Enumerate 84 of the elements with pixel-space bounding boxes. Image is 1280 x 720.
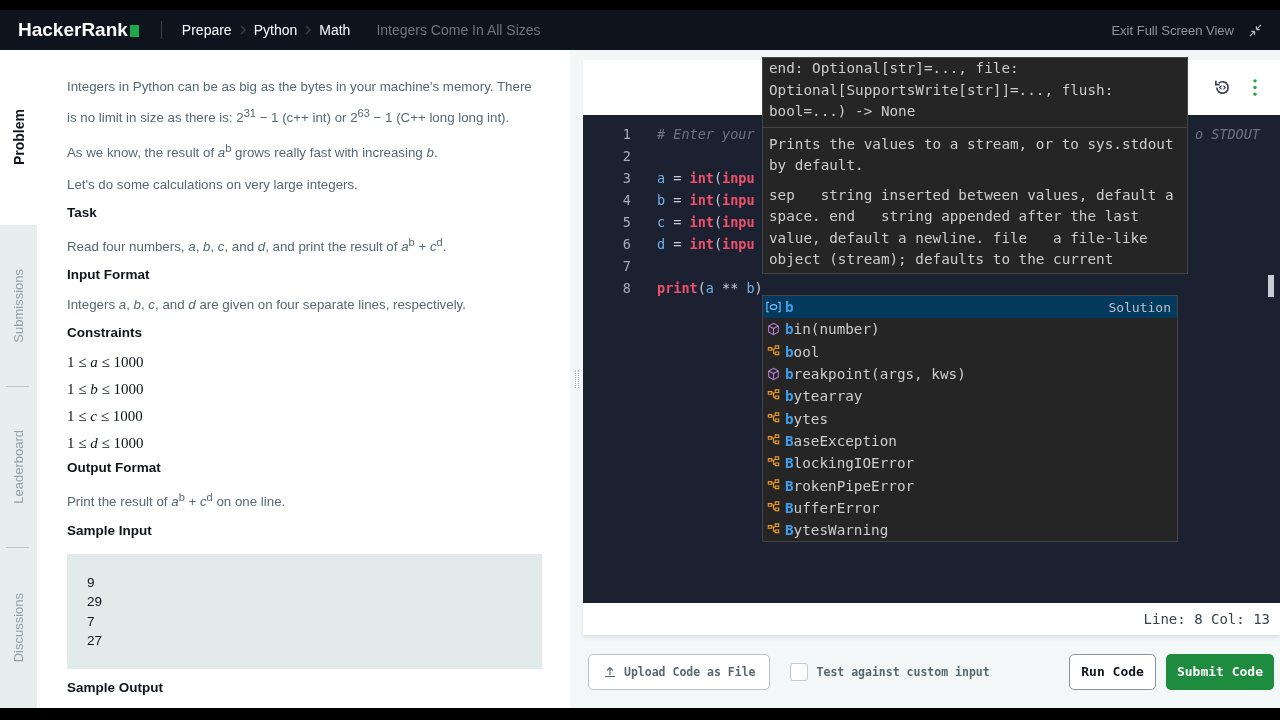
- doc-parameters: sep string inserted between values, default a space. end string appended after the last value, default a newline. file a file-like object (stream); defaults to the current: [768, 185, 1175, 269]
- problem-text: Print the result of a$^{b}$ + c$^{d}$ on one line.: [67, 490, 287, 512]
- line-number: 7: [621, 258, 631, 274]
- breadcrumb-link[interactable]: Python: [253, 22, 298, 38]
- code-line: d = int(inpu: [657, 236, 755, 252]
- submit-code-button[interactable]: Submit Code: [1165, 653, 1274, 690]
- constraint-formula: 1 ≤ a ≤ 1000: [67, 353, 145, 373]
- sample-input-line: 9: [87, 573, 95, 592]
- collapse-icon[interactable]: [1249, 23, 1262, 37]
- suggestion-label: b reakpoint(args, kws): [785, 366, 966, 383]
- breadcrumb-link[interactable]: Math: [319, 22, 351, 38]
- sample-input-line: 29: [87, 593, 103, 612]
- suggestion-item[interactable]: BufferError: [763, 496, 1177, 519]
- cube-icon: [766, 367, 781, 382]
- exit-fullscreen-link[interactable]: Exit Full Screen View: [1111, 22, 1234, 38]
- suggestion-label: bool: [785, 343, 820, 360]
- breadcrumb-link[interactable]: Prepare: [181, 22, 232, 38]
- suggestion-label: BytesWarning: [785, 522, 889, 539]
- more-options-icon[interactable]: [1252, 78, 1258, 97]
- suggestion-item[interactable]: BaseException: [763, 429, 1177, 453]
- sample-input-line: 7: [87, 612, 95, 631]
- cube-icon: [766, 322, 781, 337]
- suggestion-item[interactable]: BytesWarning: [763, 518, 1177, 542]
- section-heading: Input Format: [67, 266, 151, 285]
- code-comment: o STDOUT: [1194, 126, 1260, 142]
- cursor-position: Line: 8 Col: 13: [1143, 611, 1270, 627]
- chevron-icon: [238, 24, 247, 36]
- side-tab[interactable]: Problem: [0, 50, 37, 225]
- code-line: b = int(inpu: [657, 192, 755, 208]
- code-line: c = int(inpu: [657, 214, 755, 230]
- line-number: 5: [621, 214, 631, 230]
- hackerrank-logo[interactable]: HackerRank: [18, 19, 139, 41]
- suggestion-item[interactable]: bin(number): [763, 318, 1177, 341]
- suggestion-item[interactable]: BlockingIOError: [763, 452, 1177, 475]
- scrollbar-thumb[interactable]: [1268, 275, 1274, 297]
- suggestion-item[interactable]: b Solution: [763, 296, 1177, 319]
- line-number: 1: [621, 126, 631, 142]
- custom-input-label[interactable]: Test against custom input: [816, 664, 990, 679]
- suggestion-label: BufferError: [785, 499, 880, 516]
- problem-text: Read four numbers, a, b, c, and d, and print the result of a$^{b}$ + c$^{d}$.: [67, 234, 448, 257]
- upload-icon: [604, 665, 616, 678]
- doc-description: Prints the values to a stream, or to sys.stdout by default.: [768, 134, 1175, 175]
- suggestion-label: bin(number): [785, 321, 880, 338]
- section-heading: Task: [67, 203, 98, 222]
- suggestion-detail: Solution: [1108, 299, 1171, 315]
- line-number: 8: [621, 280, 631, 296]
- problem-text: Integers a, b, c, and d are given on four separate lines, respectively.: [67, 296, 467, 315]
- breadcrumb-link[interactable]: Integers Come In All Sizes: [376, 22, 541, 38]
- history-icon[interactable]: [1213, 78, 1232, 97]
- line-number: 6: [621, 236, 631, 252]
- constraint-formula: 1 ≤ b ≤ 1000: [67, 380, 145, 400]
- section-heading: Sample Input: [67, 521, 153, 540]
- constraint-formula: 1 ≤ c ≤ 1000: [67, 407, 144, 427]
- suggestion-label: b: [785, 299, 794, 316]
- suggestion-label: bytes: [785, 410, 829, 427]
- suggestion-item[interactable]: bytes: [763, 407, 1177, 430]
- problem-text: As we know, the result of a$^{b}$ grows really fast with increasing b.: [67, 141, 439, 163]
- suggestion-label: BaseException: [785, 432, 897, 449]
- chevron-icon: [304, 24, 313, 36]
- suggestion-item[interactable]: bool: [763, 340, 1177, 363]
- custom-input-checkbox[interactable]: [789, 662, 808, 681]
- suggestion-label: bytearray: [785, 388, 863, 405]
- problem-text: Let's do some calculations on very large integers.: [67, 175, 359, 194]
- code-line: print(a ** b): [657, 280, 763, 296]
- section-heading: Constraints: [67, 324, 143, 343]
- line-number: 3: [621, 170, 631, 186]
- suggestion-label: BlockingIOError: [785, 455, 915, 472]
- run-code-button[interactable]: Run Code: [1069, 653, 1156, 690]
- signature-text: end: Optional[str]=..., file: Optional[SupportsWrite[str]]=..., flush: bool=...) -> None: [763, 58, 1187, 128]
- sample-input-line: 27: [87, 632, 103, 651]
- line-number: 4: [621, 192, 631, 208]
- suggestion-label: B rokenPipeError: [785, 477, 915, 494]
- code-line: a = int(inpu: [657, 170, 755, 186]
- line-number: 2: [621, 148, 631, 164]
- variable-icon: [766, 300, 781, 315]
- section-heading: Sample Output: [67, 678, 164, 697]
- suggestion-item[interactable]: bytearray: [763, 385, 1177, 408]
- problem-text: Integers in Python can be as big as the bytes in your machine's memory. There is no limit in size as there is: 2$^{31}$ − 1 (c++ int) or 2$^{63}$ − 1 (C++ long long int).: [67, 78, 533, 128]
- suggestion-item[interactable]: b reakpoint(args, kws): [763, 362, 1177, 386]
- constraint-formula: 1 ≤ d ≤ 1000: [67, 434, 145, 454]
- section-heading: Output Format: [67, 459, 162, 478]
- suggestion-item[interactable]: B rokenPipeError: [763, 474, 1177, 497]
- upload-code-button[interactable]: Upload Code as File: [588, 653, 770, 690]
- code-line: # Enter your: [657, 126, 755, 142]
